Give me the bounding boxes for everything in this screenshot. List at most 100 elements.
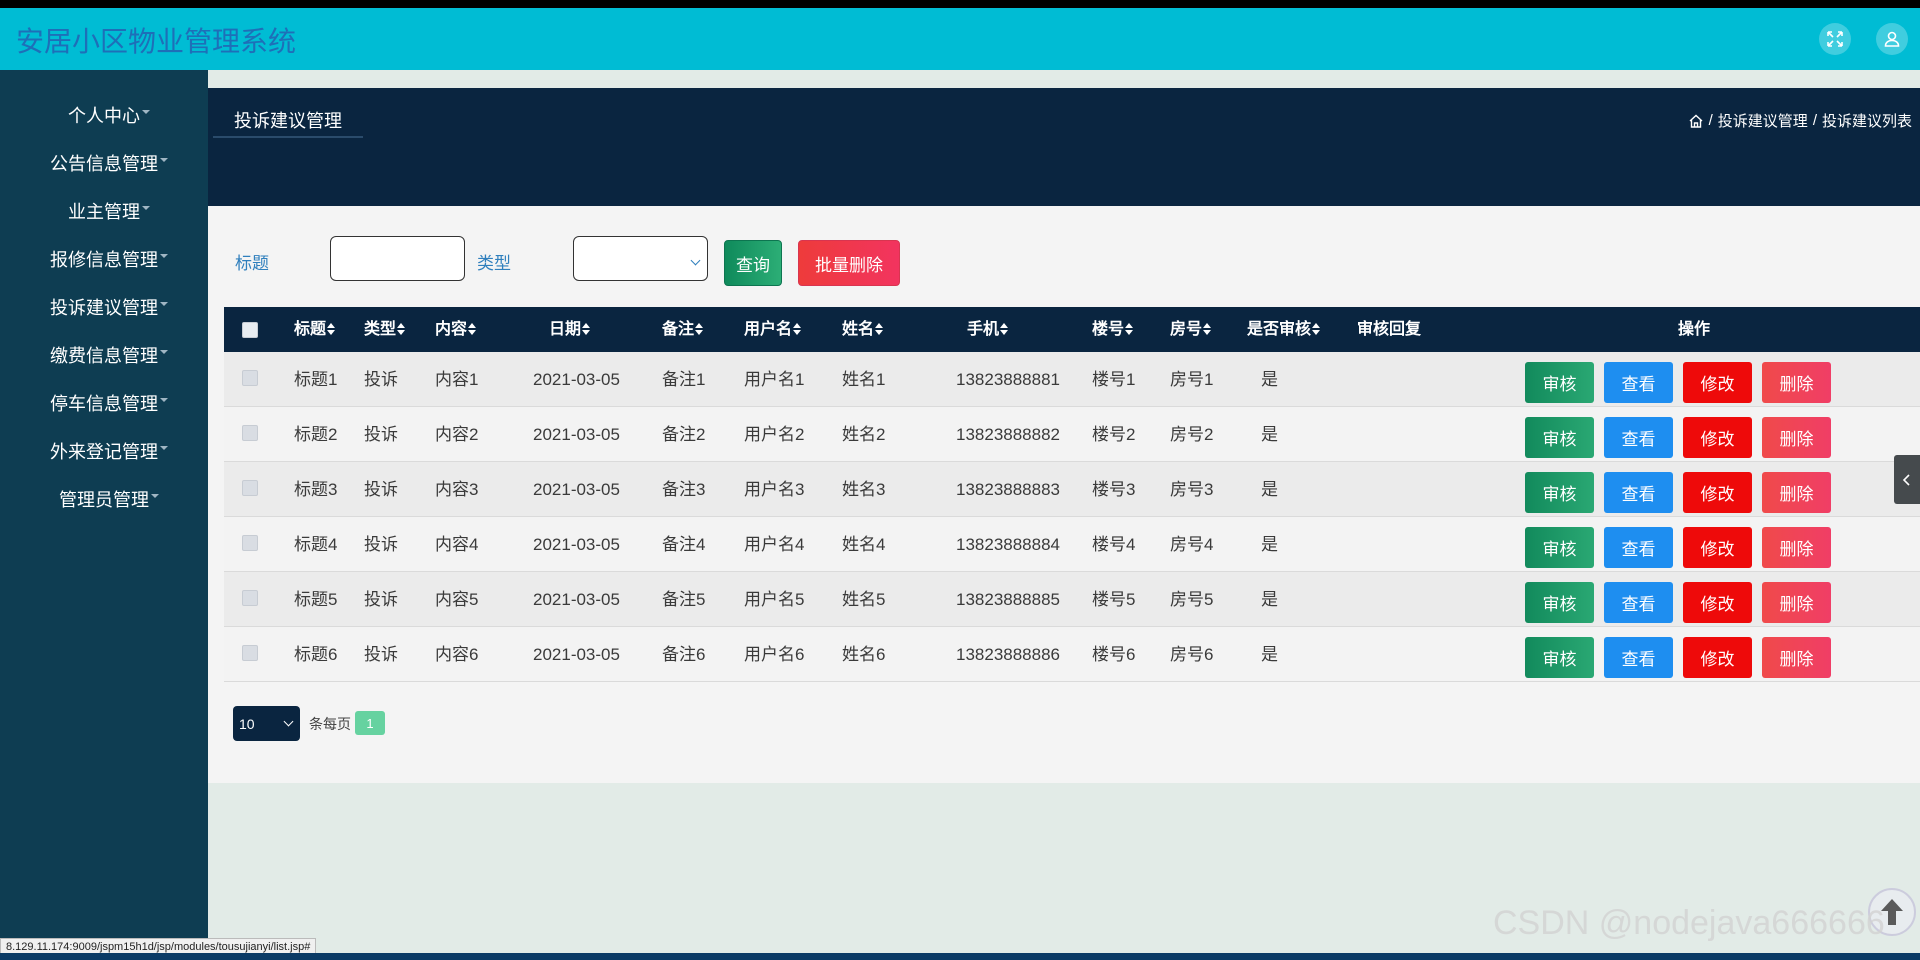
sidebar-item-repairs[interactable]: 报修信息管理 [0, 235, 208, 283]
home-icon[interactable] [1688, 113, 1704, 129]
column-label: 类型 [364, 321, 397, 338]
sidebar-item-owners[interactable]: 业主管理 [0, 187, 208, 235]
delete-button[interactable]: 删除 [1762, 362, 1831, 403]
delete-button[interactable]: 删除 [1762, 582, 1831, 623]
cell-date: 2021-03-05 [533, 535, 620, 554]
row-checkbox[interactable] [242, 645, 258, 661]
row-checkbox[interactable] [242, 425, 258, 441]
review-button[interactable]: 审核 [1525, 637, 1594, 678]
query-button[interactable]: 查询 [724, 240, 782, 286]
cell-title: 标题1 [294, 370, 338, 389]
row-checkbox[interactable] [242, 590, 258, 606]
caret-down-icon [160, 254, 168, 258]
column-label: 日期 [549, 321, 582, 338]
sidebar-item-personal-center[interactable]: 个人中心 [0, 91, 208, 139]
column-header-phone[interactable]: 手机 [967, 307, 1009, 352]
breadcrumb-item[interactable]: 投诉建议管理 [1718, 110, 1808, 131]
view-button[interactable]: 查看 [1604, 637, 1673, 678]
column-label: 楼号 [1092, 321, 1125, 338]
sidebar-item-label: 报修信息管理 [50, 250, 158, 270]
review-button[interactable]: 审核 [1525, 472, 1594, 513]
view-button[interactable]: 查看 [1604, 527, 1673, 568]
edit-button[interactable]: 修改 [1683, 472, 1752, 513]
sidebar-item-admins[interactable]: 管理员管理 [0, 475, 208, 523]
edit-button[interactable]: 修改 [1683, 417, 1752, 458]
chevron-down-icon [690, 255, 701, 266]
cell-type: 投诉 [364, 590, 398, 609]
cell-room: 房号6 [1170, 645, 1214, 664]
edit-button[interactable]: 修改 [1683, 527, 1752, 568]
column-header-review-reply: 审核回复 [1357, 321, 1422, 338]
column-header-remark[interactable]: 备注 [662, 307, 704, 352]
column-header-content[interactable]: 内容 [435, 307, 477, 352]
breadcrumb-separator: / [1708, 112, 1713, 129]
sidebar: 个人中心 公告信息管理 业主管理 报修信息管理 投诉建议管理 缴费信息管理 停车… [0, 70, 208, 960]
review-button[interactable]: 审核 [1525, 582, 1594, 623]
sidebar-item-announcements[interactable]: 公告信息管理 [0, 139, 208, 187]
cell-content: 内容4 [435, 535, 479, 554]
sidebar-item-payments[interactable]: 缴费信息管理 [0, 331, 208, 379]
sidebar-item-complaints[interactable]: 投诉建议管理 [0, 283, 208, 331]
cell-name: 姓名5 [842, 590, 886, 609]
column-header-reviewed[interactable]: 是否审核 [1247, 307, 1321, 352]
page-number-current[interactable]: 1 [355, 711, 385, 735]
sidebar-item-parking[interactable]: 停车信息管理 [0, 379, 208, 427]
fullscreen-button[interactable] [1819, 23, 1851, 55]
column-header-title[interactable]: 标题 [294, 307, 336, 352]
table-row: 标题6 投诉 内容6 2021-03-05 备注6 用户名6 姓名6 13823888886 楼… [224, 627, 1920, 682]
sidebar-item-visitors[interactable]: 外来登记管理 [0, 427, 208, 475]
view-button[interactable]: 查看 [1604, 417, 1673, 458]
view-button[interactable]: 查看 [1604, 582, 1673, 623]
cell-room: 房号3 [1170, 480, 1214, 499]
sidebar-item-label: 公告信息管理 [50, 154, 158, 174]
table-row: 标题5 投诉 内容5 2021-03-05 备注5 用户名5 姓名5 13823888885 楼… [224, 572, 1920, 627]
delete-button[interactable]: 删除 [1762, 637, 1831, 678]
title-filter-input[interactable] [330, 236, 465, 281]
row-checkbox[interactable] [242, 370, 258, 386]
review-button[interactable]: 审核 [1525, 527, 1594, 568]
column-header-type[interactable]: 类型 [364, 307, 406, 352]
review-button[interactable]: 审核 [1525, 417, 1594, 458]
cell-building: 楼号1 [1092, 370, 1136, 389]
delete-button[interactable]: 删除 [1762, 527, 1831, 568]
view-button[interactable]: 查看 [1604, 472, 1673, 513]
side-panel-toggle[interactable] [1894, 455, 1920, 504]
column-label: 内容 [435, 321, 468, 338]
delete-button[interactable]: 删除 [1762, 417, 1831, 458]
cell-remark: 备注2 [662, 425, 706, 444]
batch-delete-button[interactable]: 批量删除 [798, 240, 900, 286]
row-checkbox[interactable] [242, 480, 258, 496]
sidebar-item-label: 业主管理 [68, 202, 140, 222]
page-title[interactable]: 投诉建议管理 [213, 104, 363, 138]
caret-down-icon [142, 206, 150, 210]
type-filter-select[interactable] [573, 236, 708, 281]
select-all-checkbox[interactable] [242, 322, 258, 338]
cell-reviewed: 是 [1261, 370, 1278, 389]
cell-building: 楼号4 [1092, 535, 1136, 554]
user-button[interactable] [1876, 23, 1908, 55]
edit-button[interactable]: 修改 [1683, 637, 1752, 678]
breadcrumb-item: 投诉建议列表 [1821, 113, 1912, 130]
column-header-room[interactable]: 房号 [1170, 307, 1212, 352]
column-header-name[interactable]: 姓名 [842, 307, 884, 352]
edit-button[interactable]: 修改 [1683, 582, 1752, 623]
edit-button[interactable]: 修改 [1683, 362, 1752, 403]
row-checkbox[interactable] [242, 535, 258, 551]
fullscreen-icon [1827, 31, 1843, 47]
column-header-building[interactable]: 楼号 [1092, 307, 1134, 352]
view-button[interactable]: 查看 [1604, 362, 1673, 403]
cell-date: 2021-03-05 [533, 590, 620, 609]
column-header-username[interactable]: 用户名 [744, 307, 802, 352]
page-header: 投诉建议管理 / 投诉建议管理 / 投诉建议列表 [208, 88, 1920, 206]
cell-building: 楼号5 [1092, 590, 1136, 609]
sort-icon [1312, 322, 1321, 335]
title-input[interactable] [331, 237, 464, 280]
page-size-select[interactable]: 10 [233, 706, 300, 741]
review-button[interactable]: 审核 [1525, 362, 1594, 403]
caret-down-icon [160, 158, 168, 162]
delete-button[interactable]: 删除 [1762, 472, 1831, 513]
column-header-date[interactable]: 日期 [549, 307, 591, 352]
cell-remark: 备注3 [662, 480, 706, 499]
column-label: 姓名 [842, 321, 875, 338]
cell-remark: 备注6 [662, 645, 706, 664]
